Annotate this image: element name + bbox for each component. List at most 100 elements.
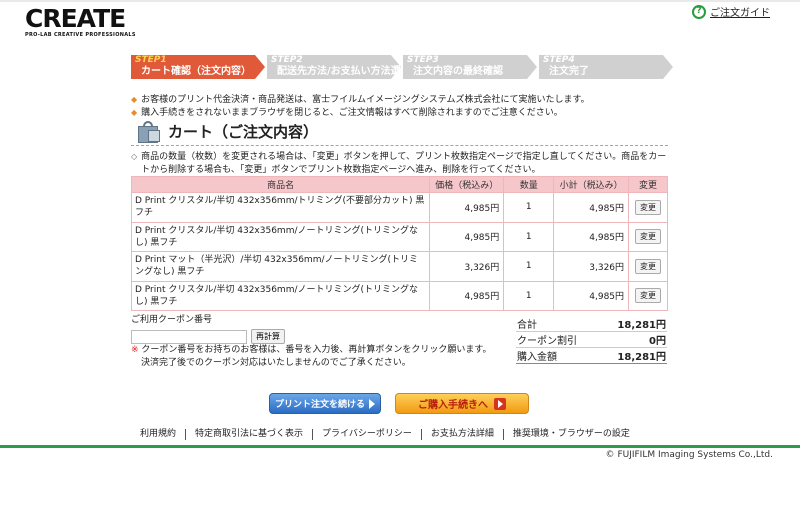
checkout-steps: STEP1 カート確認（注文内容） STEP2 配送先方法/お支払い方法選択 S… — [131, 55, 675, 79]
asterisk-icon: ※ — [131, 345, 139, 355]
product-price: 3,326円 — [429, 251, 505, 282]
cart-title: カート（ご注文内容） — [168, 122, 319, 141]
col-change: 変更 — [628, 176, 668, 193]
product-quantity: 1 — [503, 221, 555, 252]
continue-shopping-button[interactable]: プリント注文を続ける — [269, 393, 381, 414]
cart-title-divider — [131, 145, 668, 146]
copyright: © FUJIFILM Imaging Systems Co.,Ltd. — [605, 450, 773, 460]
product-name: D Print マット（半光沢）/半切 432x356mm/ノートリミング(トリ… — [130, 251, 431, 282]
product-subtotal: 4,985円 — [553, 280, 630, 311]
order-totals: 合計 18,281円 クーポン割引 0円 購入金額 18,281円 — [516, 316, 667, 364]
col-price: 価格（税込み） — [429, 176, 505, 193]
total-row: 合計 18,281円 — [516, 316, 667, 332]
change-button[interactable]: 変更 — [635, 258, 661, 274]
notice-list: ◆ お客様のプリント代金決済・商品発送は、富士フイルムイメージングシステムズ株式… — [131, 94, 590, 119]
create-logo[interactable]: CREATE PRO-LAB CREATIVE PROFESSIONALS — [25, 4, 136, 40]
coupon-row: 再計算 — [131, 329, 285, 344]
col-subtotal: 小計（税込み） — [553, 176, 630, 193]
footer-link-payment[interactable]: お支払方法詳細 — [422, 429, 504, 440]
arrow-right-icon — [369, 398, 375, 409]
product-quantity: 1 — [503, 251, 555, 282]
notice-text: お客様のプリント代金決済・商品発送は、富士フイルムイメージングシステムズ株式会社… — [141, 95, 590, 105]
diamond-outline-icon: ◇ — [131, 152, 138, 161]
product-name: D Print クリスタル/半切 432x356mm/ノートリミング(トリミング… — [130, 280, 431, 311]
step-4-number: STEP4 — [543, 55, 575, 65]
coupon-note-line: ※ クーポン番号をお持ちのお客様は、番号を入力後、再計算ボタンをクリック願います… — [131, 344, 492, 357]
arrow-right-icon — [494, 397, 506, 410]
top-border — [0, 0, 800, 2]
recalculate-button[interactable]: 再計算 — [251, 329, 285, 344]
step-1: STEP1 カート確認（注文内容） — [131, 55, 267, 79]
final-amount-label: 購入金額 — [517, 352, 557, 363]
step-3-number: STEP3 — [407, 55, 439, 65]
footer-link-terms[interactable]: 利用規約 — [131, 429, 187, 440]
coupon-note: ※ クーポン番号をお持ちのお客様は、番号を入力後、再計算ボタンをクリック願います… — [131, 344, 492, 370]
step-3-arrow — [527, 55, 537, 79]
product-quantity: 1 — [503, 192, 555, 223]
logo-text: CREATE — [25, 4, 126, 33]
product-subtotal: 4,985円 — [553, 192, 630, 223]
discount-row: クーポン割引 0円 — [516, 332, 667, 348]
total-value: 18,281円 — [617, 320, 666, 331]
change-cell: 変更 — [628, 280, 668, 311]
footer-link-environment[interactable]: 推奨環境・ブラウザーの設定 — [504, 429, 639, 440]
step-3-label: 注文内容の最終確認 — [413, 66, 503, 77]
change-button[interactable]: 変更 — [635, 229, 661, 245]
step-1-number: STEP1 — [135, 55, 167, 65]
checkout-label: ご購入手続きへ — [418, 400, 488, 411]
action-buttons: プリント注文を続ける ご購入手続きへ — [269, 393, 529, 414]
step-2-label: 配送先方法/お支払い方法選択 — [277, 66, 411, 77]
product-price: 4,985円 — [429, 221, 505, 252]
step-4-label: 注文完了 — [549, 66, 589, 77]
cart-table-header: 商品名 価格（税込み） 数量 小計（税込み） 変更 — [130, 176, 668, 193]
footer-link-commerce-law[interactable]: 特定商取引法に基づく表示 — [186, 429, 314, 440]
table-row: D Print マット（半光沢）/半切 432x356mm/ノートリミング(トリ… — [130, 251, 668, 282]
cart-table: 商品名 価格（税込み） 数量 小計（税込み） 変更 D Print クリスタル/… — [130, 176, 668, 311]
cart-description: ◇ 商品の数量（枚数）を変更される場合は、「変更」ボタンを押して、プリント枚数指… — [131, 151, 671, 176]
col-quantity: 数量 — [503, 176, 555, 193]
order-guide-link[interactable]: ご注文ガイド — [710, 4, 770, 19]
step-3: STEP3 注文内容の最終確認 — [403, 55, 539, 79]
step-4: STEP4 注文完了 — [539, 55, 675, 79]
final-amount-row: 購入金額 18,281円 — [516, 348, 667, 364]
product-price: 4,985円 — [429, 192, 505, 223]
change-button[interactable]: 変更 — [635, 199, 661, 215]
copyright-text: FUJIFILM Imaging Systems Co.,Ltd. — [617, 450, 773, 460]
coupon-note-text-1: クーポン番号をお持ちのお客様は、番号を入力後、再計算ボタンをクリック願います。 — [141, 345, 492, 355]
footer-divider — [0, 445, 800, 448]
product-name: D Print クリスタル/半切 432x356mm/トリミング(不要部分カット… — [130, 192, 431, 223]
step-4-arrow — [663, 55, 673, 79]
continue-shopping-label: プリント注文を続ける — [274, 400, 365, 410]
cart-description-text: 商品の数量（枚数）を変更される場合は、「変更」ボタンを押して、プリント枚数指定ペ… — [141, 152, 667, 175]
change-cell: 変更 — [628, 221, 668, 252]
step-1-arrow — [255, 55, 265, 79]
coupon-note-line: 決済完了後でのクーポン対応はいたしませんのでご了承ください。 — [131, 357, 492, 370]
logo-subtext: PRO-LAB CREATIVE PROFESSIONALS — [25, 32, 136, 38]
cart-heading: カート（ご注文内容） — [136, 118, 318, 144]
change-cell: 変更 — [628, 192, 668, 223]
checkout-button[interactable]: ご購入手続きへ — [395, 393, 529, 414]
step-2: STEP2 配送先方法/お支払い方法選択 — [267, 55, 411, 79]
coupon-label: ご利用クーポン番号 — [131, 315, 213, 325]
table-row: D Print クリスタル/半切 432x356mm/トリミング(不要部分カット… — [130, 192, 668, 223]
footer-nav: 利用規約 特定商取引法に基づく表示 プライバシーポリシー お支払方法詳細 推奨環… — [131, 429, 676, 440]
change-button[interactable]: 変更 — [635, 288, 661, 304]
shopping-bag-icon — [136, 118, 162, 144]
table-row: D Print クリスタル/半切 432x356mm/ノートリミング(トリミング… — [130, 280, 668, 311]
notice-item: ◆ お客様のプリント代金決済・商品発送は、富士フイルムイメージングシステムズ株式… — [131, 94, 590, 107]
product-subtotal: 4,985円 — [553, 221, 630, 252]
footer-link-privacy[interactable]: プライバシーポリシー — [313, 429, 422, 440]
change-cell: 変更 — [628, 251, 668, 282]
help-icon: ? — [692, 4, 706, 19]
table-row: D Print クリスタル/半切 432x356mm/ノートリミング(トリミング… — [130, 221, 668, 252]
coupon-input[interactable] — [131, 329, 247, 344]
total-label: 合計 — [517, 320, 537, 331]
product-subtotal: 3,326円 — [553, 251, 630, 282]
col-product-name: 商品名 — [130, 176, 431, 193]
discount-label: クーポン割引 — [517, 336, 577, 347]
copyright-icon: © — [605, 450, 615, 460]
product-price: 4,985円 — [429, 280, 505, 311]
order-guide[interactable]: ? ご注文ガイド — [692, 4, 770, 19]
coupon-section: ご利用クーポン番号 再計算 — [131, 312, 285, 344]
final-amount-value: 18,281円 — [617, 352, 666, 363]
